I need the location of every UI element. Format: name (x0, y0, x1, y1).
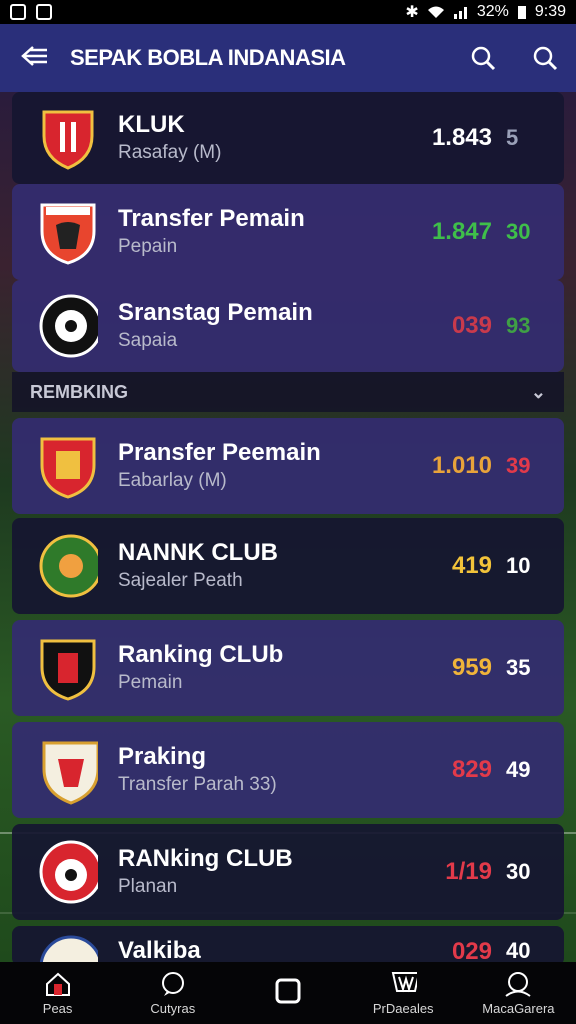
value-secondary: 49 (506, 757, 531, 782)
back-button[interactable] (0, 41, 70, 75)
nav-label: Peas (42, 1000, 73, 1016)
club-name: Sranstag Pemain (118, 299, 313, 326)
list-item[interactable]: KLUK Rasafay (M) 1.843 5 (12, 92, 564, 184)
value-primary: 029 (451, 938, 492, 965)
list-item[interactable]: NANNK CLUB Sajealer Peath 419 10 (12, 518, 564, 614)
value-secondary: 5 (506, 125, 519, 150)
value-primary: 1/19 (445, 858, 492, 885)
list-item[interactable]: Ranking CLUb Pemain 959 35 (12, 620, 564, 716)
club-subtitle: Sajealer Peath (118, 570, 243, 591)
club-crest-icon (38, 737, 98, 805)
club-subtitle: Rasafay (M) (118, 142, 222, 163)
nav-label: PrDaeales (372, 1000, 434, 1016)
nav-item-home[interactable] (230, 962, 345, 1024)
signal-icon (453, 7, 467, 19)
list-item[interactable]: Sranstag Pemain Sapaia 039 93 (12, 280, 564, 372)
bluetooth-icon: ✱ (405, 4, 419, 21)
club-name: Praking (118, 743, 207, 770)
value-secondary: 93 (506, 313, 531, 338)
back-arrow-icon (21, 46, 47, 66)
app-notification-icon (10, 4, 26, 20)
club-name: Pransfer Peemain (118, 439, 321, 466)
club-name: Transfer Pemain (118, 205, 305, 232)
value-primary: 1.843 (431, 124, 492, 151)
status-bar: ✱ 32% 9:39 (0, 0, 576, 24)
club-subtitle: Eabarlay (M) (118, 470, 227, 491)
trophy-icon (389, 971, 418, 997)
square-icon (274, 978, 302, 1004)
nav-label: Cutyras (150, 1000, 196, 1016)
clock: 9:39 (534, 3, 566, 20)
value-primary: 419 (451, 552, 492, 579)
club-name: KLUK (118, 111, 185, 138)
list-item[interactable]: Transfer Pemain Pepain 1.847 30 (12, 184, 564, 280)
nav-item-prdaeales[interactable]: PrDaeales (346, 962, 461, 1024)
app-header: SEPAK BOBLA INDANASIA (0, 24, 576, 92)
value-primary: 1.847 (431, 218, 492, 245)
search-button[interactable] (452, 45, 514, 71)
battery-percent: 32% (476, 3, 509, 20)
club-crest-icon (38, 199, 98, 265)
value-secondary: 10 (506, 553, 531, 578)
club-crest-icon (38, 533, 98, 599)
bottom-navigation: Peas Cutyras PrDaeales MacaGarera (0, 962, 576, 1024)
club-crest-icon (38, 293, 98, 359)
club-subtitle: Planan (118, 876, 178, 897)
section-header[interactable]: REMBKING ⌄ (12, 372, 564, 412)
club-crest-icon (38, 635, 98, 701)
nav-item-peas[interactable]: Peas (0, 962, 115, 1024)
club-subtitle: Pemain (118, 672, 183, 693)
club-crest-icon (38, 105, 98, 171)
value-secondary: 30 (506, 859, 531, 884)
club-name: NANNK CLUB (118, 539, 278, 566)
search-button-secondary[interactable] (514, 45, 576, 71)
house-icon (44, 971, 72, 997)
value-primary: 959 (451, 654, 492, 681)
club-name: RANking CLUB (118, 845, 293, 872)
chevron-down-icon: ⌄ (530, 381, 546, 402)
list-item[interactable]: RANking CLUB Planan 1/19 30 (12, 824, 564, 920)
section-label: REMBKING (30, 381, 128, 402)
list-item[interactable]: Pransfer Peemain Eabarlay (M) 1.010 39 (12, 418, 564, 514)
nav-item-macagarera[interactable]: MacaGarera (461, 962, 576, 1024)
list-item[interactable]: Valkiba 029 40 (12, 926, 564, 966)
value-secondary: 39 (506, 453, 531, 478)
image-notification-icon (36, 4, 52, 20)
value-secondary: 40 (506, 938, 531, 963)
search-icon (533, 46, 558, 71)
wifi-icon (427, 6, 444, 18)
chat-icon (159, 971, 187, 997)
value-primary: 829 (451, 756, 492, 783)
page-title: SEPAK BOBLA INDANASIA (70, 45, 346, 70)
club-crest-icon (38, 839, 98, 905)
nav-label: MacaGarera (482, 1000, 555, 1016)
value-primary: 1.010 (431, 452, 492, 479)
club-name: Ranking CLUb (118, 641, 284, 668)
club-crest-icon (38, 433, 98, 499)
value-primary: 039 (451, 312, 492, 339)
value-secondary: 30 (506, 219, 531, 244)
value-secondary: 35 (506, 655, 531, 680)
club-subtitle: Transfer Parah 33) (118, 774, 277, 795)
club-subtitle: Sapaia (118, 330, 178, 351)
profile-icon (504, 971, 532, 997)
club-subtitle: Pepain (118, 236, 178, 257)
club-list: KLUK Rasafay (M) 1.843 5 Transfer Pemain P… (12, 92, 564, 966)
nav-item-cutyras[interactable]: Cutyras (115, 962, 230, 1024)
battery-icon (517, 5, 526, 19)
list-item[interactable]: Praking Transfer Parah 33) 829 49 (12, 722, 564, 818)
search-icon (471, 46, 496, 71)
